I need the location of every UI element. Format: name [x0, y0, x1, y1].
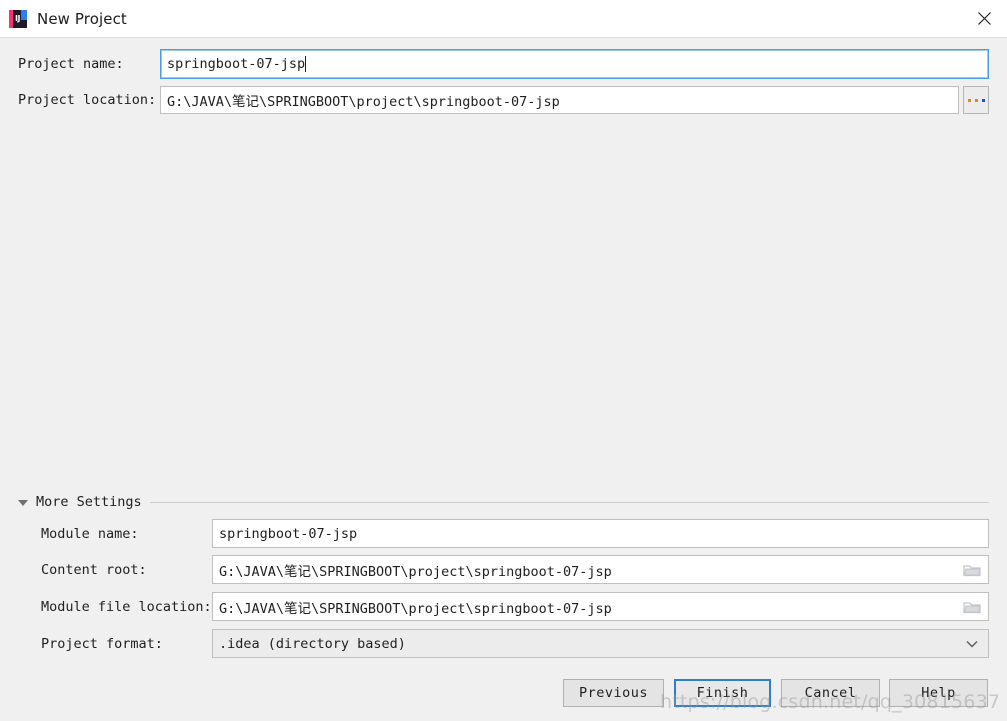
ellipsis-dot-2 — [974, 98, 978, 102]
module-name-row: Module name: springboot-07-jsp — [41, 519, 989, 548]
module-file-location-input[interactable]: G:\JAVA\笔记\SPRINGBOOT\project\springboot… — [212, 592, 989, 621]
title-bar: IJ New Project — [0, 0, 1007, 38]
project-format-label: Project format: — [41, 635, 163, 652]
module-name-input[interactable]: springboot-07-jsp — [212, 519, 989, 548]
module-name-label: Module name: — [41, 525, 139, 542]
module-file-location-row: Module file location: G:\JAVA\笔记\SPRINGB… — [41, 592, 989, 621]
text-caret — [305, 56, 307, 72]
window-title: New Project — [37, 9, 127, 28]
content-root-input[interactable]: G:\JAVA\笔记\SPRINGBOOT\project\springboot… — [212, 555, 989, 584]
module-file-location-label: Module file location: — [41, 598, 212, 615]
project-location-row: Project location: G:\JAVA\笔记\SPRINGBOOT\… — [18, 86, 989, 114]
more-settings-label: More Settings — [36, 494, 142, 510]
close-icon[interactable] — [961, 0, 1007, 37]
chevron-down-icon — [18, 499, 28, 506]
dialog-body: Project name: springboot-07-jsp Project … — [0, 38, 1007, 721]
section-divider — [149, 501, 989, 503]
content-root-row: Content root: G:\JAVA\笔记\SPRINGBOOT\proj… — [41, 555, 989, 584]
folder-icon[interactable] — [963, 563, 981, 577]
ellipsis-dot-1 — [967, 98, 971, 102]
project-name-label: Project name: — [18, 56, 124, 72]
browse-project-location-button[interactable] — [963, 86, 989, 114]
module-file-location-value: G:\JAVA\笔记\SPRINGBOOT\project\springboot… — [219, 600, 612, 617]
chevron-down-icon — [966, 640, 978, 647]
project-name-input[interactable]: springboot-07-jsp — [160, 49, 989, 79]
cancel-button[interactable]: Cancel — [781, 679, 880, 707]
project-location-value: G:\JAVA\笔记\SPRINGBOOT\project\springboot… — [167, 94, 560, 110]
project-format-value: .idea (directory based) — [219, 635, 406, 652]
module-name-value: springboot-07-jsp — [219, 525, 358, 542]
project-format-select[interactable]: .idea (directory based) — [212, 629, 989, 658]
project-name-value: springboot-07-jsp — [167, 56, 306, 72]
folder-icon[interactable] — [963, 600, 981, 614]
ellipsis-dot-3 — [981, 98, 985, 102]
content-root-value: G:\JAVA\笔记\SPRINGBOOT\project\springboot… — [219, 563, 612, 580]
previous-button[interactable]: Previous — [563, 679, 664, 707]
content-root-label: Content root: — [41, 561, 147, 578]
project-name-row: Project name: springboot-07-jsp — [18, 49, 989, 79]
more-settings-header[interactable]: More Settings — [18, 493, 989, 511]
project-format-row: Project format: .idea (directory based) — [41, 629, 989, 658]
help-button[interactable]: Help — [889, 679, 988, 707]
app-icon-text: IJ — [15, 13, 20, 23]
intellij-idea-icon: IJ — [9, 9, 27, 28]
close-glyph — [977, 12, 991, 25]
project-location-input[interactable]: G:\JAVA\笔记\SPRINGBOOT\project\springboot… — [160, 86, 959, 114]
project-location-label: Project location: — [18, 92, 157, 108]
finish-button[interactable]: Finish — [674, 679, 771, 707]
